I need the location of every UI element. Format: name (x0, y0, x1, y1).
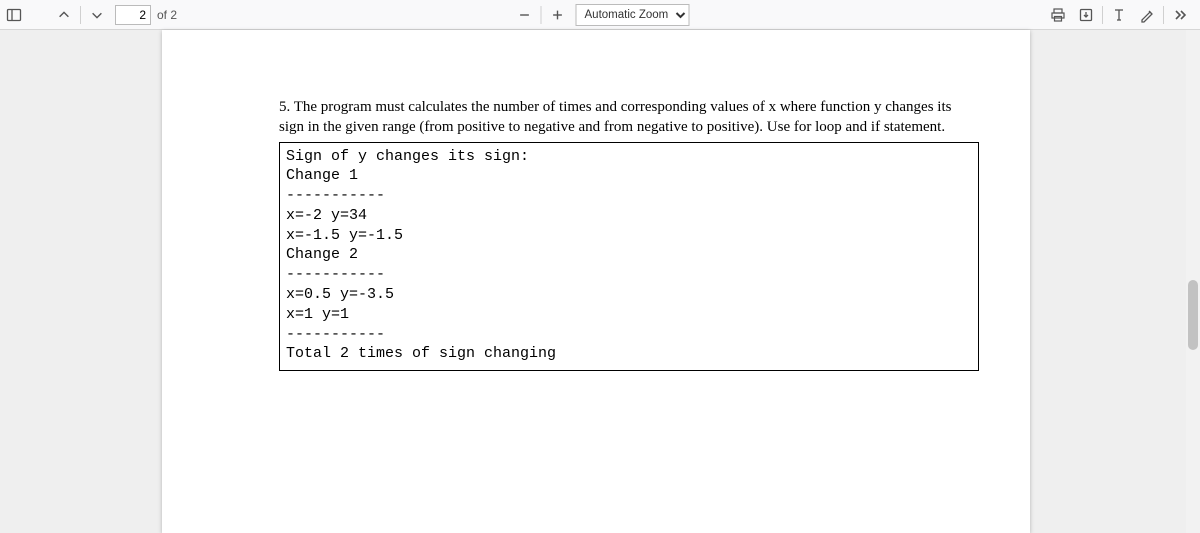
page-total-label: of 2 (157, 8, 177, 22)
pdf-page: 5. The program must calculates the numbe… (162, 30, 1030, 533)
pdf-toolbar: of 2 Automatic Zoom (0, 0, 1200, 30)
prev-page-button[interactable] (50, 2, 78, 28)
chevrons-right-icon (1172, 7, 1188, 23)
divider (1102, 6, 1103, 24)
divider (1163, 6, 1164, 24)
plus-icon (551, 8, 565, 22)
text-tool-icon (1111, 7, 1127, 23)
zoom-in-button[interactable] (544, 2, 572, 28)
next-page-button[interactable] (83, 2, 111, 28)
scrollbar-thumb[interactable] (1188, 280, 1198, 350)
vertical-scrollbar[interactable] (1186, 30, 1200, 533)
divider (541, 6, 542, 24)
sidebar-toggle-button[interactable] (0, 2, 28, 28)
pencil-icon (1139, 7, 1155, 23)
toolbar-right-group (1044, 0, 1194, 29)
problem-text: 5. The program must calculates the numbe… (279, 97, 979, 138)
chevron-down-icon (90, 8, 104, 22)
viewer-area: 5. The program must calculates the numbe… (0, 30, 1200, 533)
toolbar-center-group: Automatic Zoom (511, 0, 690, 29)
zoom-out-button[interactable] (511, 2, 539, 28)
save-button[interactable] (1072, 2, 1100, 28)
zoom-select[interactable]: Automatic Zoom (576, 4, 690, 26)
text-select-button[interactable] (1105, 2, 1133, 28)
chevron-up-icon (57, 8, 71, 22)
save-icon (1078, 7, 1094, 23)
page-number-input[interactable] (115, 5, 151, 25)
minus-icon (518, 8, 532, 22)
divider (80, 6, 81, 24)
document-content: 5. The program must calculates the numbe… (279, 97, 979, 371)
sidebar-icon (6, 7, 22, 23)
more-tools-button[interactable] (1166, 2, 1194, 28)
toolbar-left-group: of 2 (0, 0, 177, 29)
draw-button[interactable] (1133, 2, 1161, 28)
print-icon (1050, 7, 1066, 23)
code-output-box: Sign of y changes its sign: Change 1 ---… (279, 142, 979, 372)
print-button[interactable] (1044, 2, 1072, 28)
